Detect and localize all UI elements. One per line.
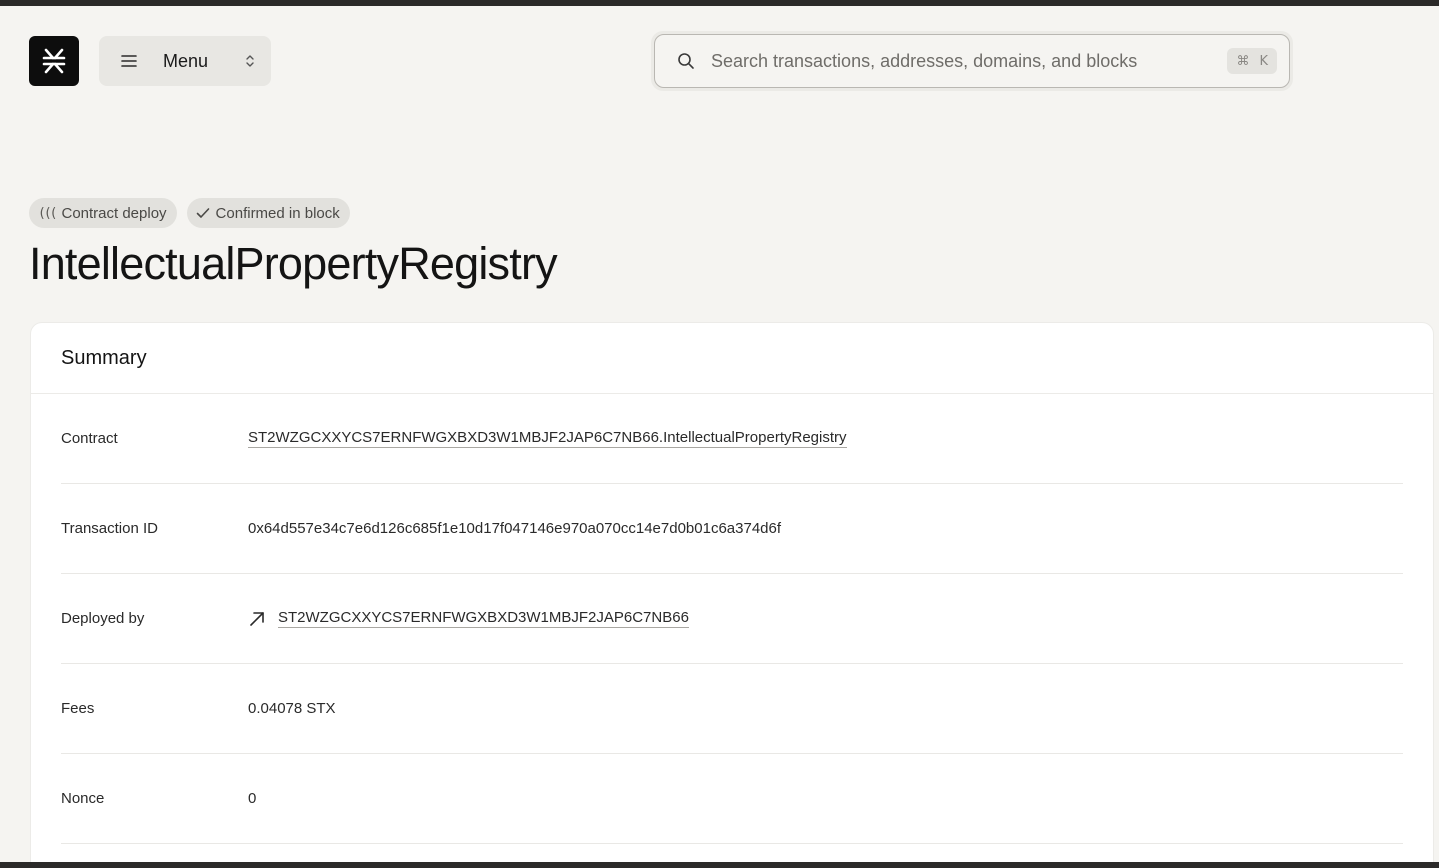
row-key: Contract bbox=[61, 430, 118, 447]
nonce-value: 0 bbox=[248, 790, 257, 807]
summary-row-transaction-id: Transaction ID 0x64d557e34c7e6d126c685f1… bbox=[61, 484, 1403, 574]
window-top-bar bbox=[0, 0, 1439, 6]
row-key: Deployed by bbox=[61, 610, 145, 627]
search-input[interactable]: Search transactions, addresses, domains,… bbox=[654, 34, 1290, 88]
badge-label: Contract deploy bbox=[61, 204, 167, 222]
fees-value: 0.04078 STX bbox=[248, 700, 336, 717]
summary-card: Summary Contract ST2WZGCXXYCS7ERNFWGXBXD… bbox=[30, 322, 1434, 868]
command-key-icon: ⌘ bbox=[1236, 53, 1250, 69]
contract-deploy-badge: ((( Contract deploy bbox=[29, 198, 177, 228]
check-icon bbox=[196, 207, 210, 219]
stacks-logo-icon bbox=[42, 48, 66, 74]
transaction-id-value: 0x64d557e34c7e6d126c685f1e10d17f047146e9… bbox=[248, 520, 782, 537]
summary-row-contract: Contract ST2WZGCXXYCS7ERNFWGXBXD3W1MBJF2… bbox=[61, 394, 1403, 484]
keyboard-shortcut-badge: ⌘ K bbox=[1227, 48, 1277, 74]
row-key: Transaction ID bbox=[61, 520, 158, 537]
page-title: IntellectualPropertyRegistry bbox=[29, 238, 558, 289]
chevron-up-down-icon bbox=[245, 53, 255, 69]
summary-title: Summary bbox=[61, 346, 147, 369]
window-bottom-bar bbox=[0, 862, 1439, 868]
search-container: Search transactions, addresses, domains,… bbox=[651, 31, 1293, 91]
summary-header: Summary bbox=[31, 323, 1433, 394]
status-badges: ((( Contract deploy Confirmed in block bbox=[29, 198, 350, 228]
row-key: Fees bbox=[61, 700, 95, 717]
search-placeholder: Search transactions, addresses, domains,… bbox=[711, 50, 1138, 71]
contract-link[interactable]: ST2WZGCXXYCS7ERNFWGXBXD3W1MBJF2JAP6C7NB6… bbox=[248, 429, 847, 448]
search-icon bbox=[678, 53, 694, 69]
deployer-link-wrap[interactable]: ST2WZGCXXYCS7ERNFWGXBXD3W1MBJF2JAP6C7NB6… bbox=[248, 609, 689, 628]
row-key: Nonce bbox=[61, 790, 105, 807]
menu-label: Menu bbox=[163, 50, 209, 71]
summary-row-deployed-by: Deployed by ST2WZGCXXYCS7ERNFWGXBXD3W1MB… bbox=[61, 574, 1403, 664]
badge-label: Confirmed in block bbox=[215, 204, 340, 222]
deployer-address-link[interactable]: ST2WZGCXXYCS7ERNFWGXBXD3W1MBJF2JAP6C7NB6… bbox=[278, 609, 689, 628]
hamburger-icon bbox=[121, 55, 137, 67]
shortcut-key: K bbox=[1259, 53, 1268, 69]
confirmed-badge: Confirmed in block bbox=[186, 198, 350, 228]
summary-rows: Contract ST2WZGCXXYCS7ERNFWGXBXD3W1MBJF2… bbox=[31, 394, 1433, 844]
home-logo-button[interactable] bbox=[29, 36, 79, 86]
summary-row-nonce: Nonce 0 bbox=[61, 754, 1403, 844]
arrow-up-right-icon bbox=[248, 610, 266, 628]
contract-icon: ((( bbox=[38, 205, 58, 221]
summary-row-fees: Fees 0.04078 STX bbox=[61, 664, 1403, 754]
menu-button[interactable]: Menu bbox=[99, 36, 271, 86]
